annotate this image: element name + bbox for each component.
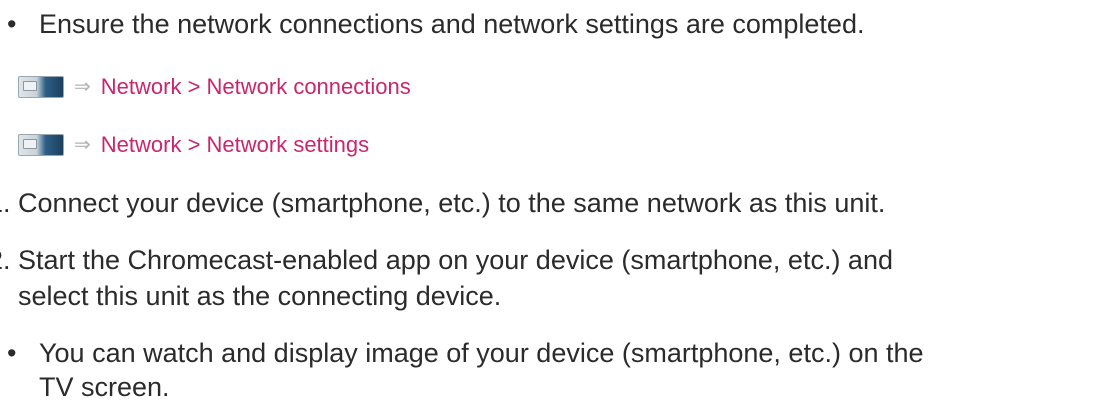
- document-page: • Ensure the network connections and net…: [0, 0, 1094, 403]
- network-connections-link[interactable]: Network > Network connections: [101, 72, 411, 102]
- step-2-text-line-2: select this unit as the connecting devic…: [18, 281, 502, 311]
- link-row-network-settings: ⇒ Network > Network settings: [18, 130, 369, 160]
- tv-menu-icon: [18, 134, 66, 156]
- note-text-line-1: You can watch and display image of your …: [39, 338, 924, 368]
- bullet-marker: •: [7, 9, 17, 39]
- step-1-text: Connect your device (smartphone, etc.) t…: [18, 188, 886, 218]
- arrow-icon: ⇒: [74, 76, 91, 98]
- network-settings-link[interactable]: Network > Network settings: [101, 130, 369, 160]
- link-row-network-connections: ⇒ Network > Network connections: [18, 72, 411, 102]
- step-number: 1.: [0, 188, 11, 218]
- intro-text: Ensure the network connections and netwo…: [39, 9, 865, 39]
- arrow-icon: ⇒: [74, 134, 91, 156]
- step-number: 2.: [0, 245, 11, 275]
- step-2-text-line-1: Start the Chromecast-enabled app on your…: [18, 245, 893, 275]
- bullet-marker: •: [7, 338, 17, 368]
- tv-menu-icon: [18, 76, 66, 98]
- note-text-line-2: TV screen.: [39, 372, 170, 402]
